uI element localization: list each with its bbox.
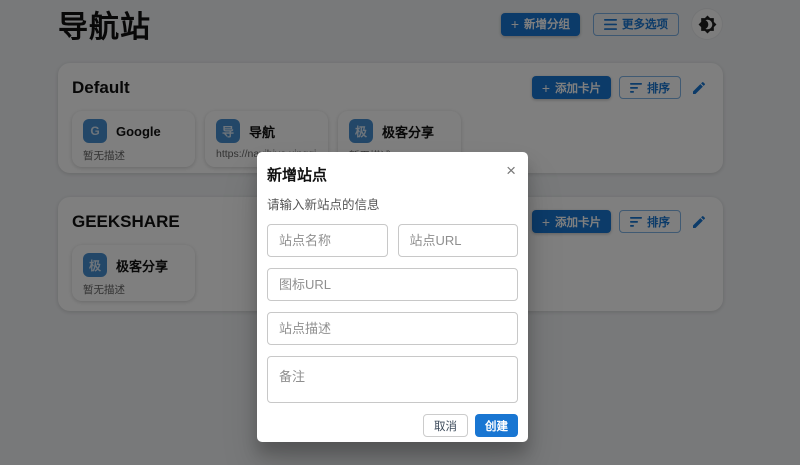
site-url-input[interactable]: [397, 224, 518, 257]
cancel-button[interactable]: 取消: [423, 414, 468, 437]
create-button[interactable]: 创建: [475, 414, 518, 437]
close-icon[interactable]: ×: [504, 160, 518, 181]
dialog-subtitle: 请输入新站点的信息: [267, 198, 380, 212]
note-input[interactable]: [267, 356, 518, 403]
dialog-title: 新增站点: [267, 167, 328, 184]
site-name-input[interactable]: [267, 224, 388, 257]
icon-url-input[interactable]: [267, 268, 518, 301]
add-site-dialog: 新增站点 × 请输入新站点的信息 取消 创建: [257, 152, 528, 442]
site-description-input[interactable]: [267, 312, 518, 345]
